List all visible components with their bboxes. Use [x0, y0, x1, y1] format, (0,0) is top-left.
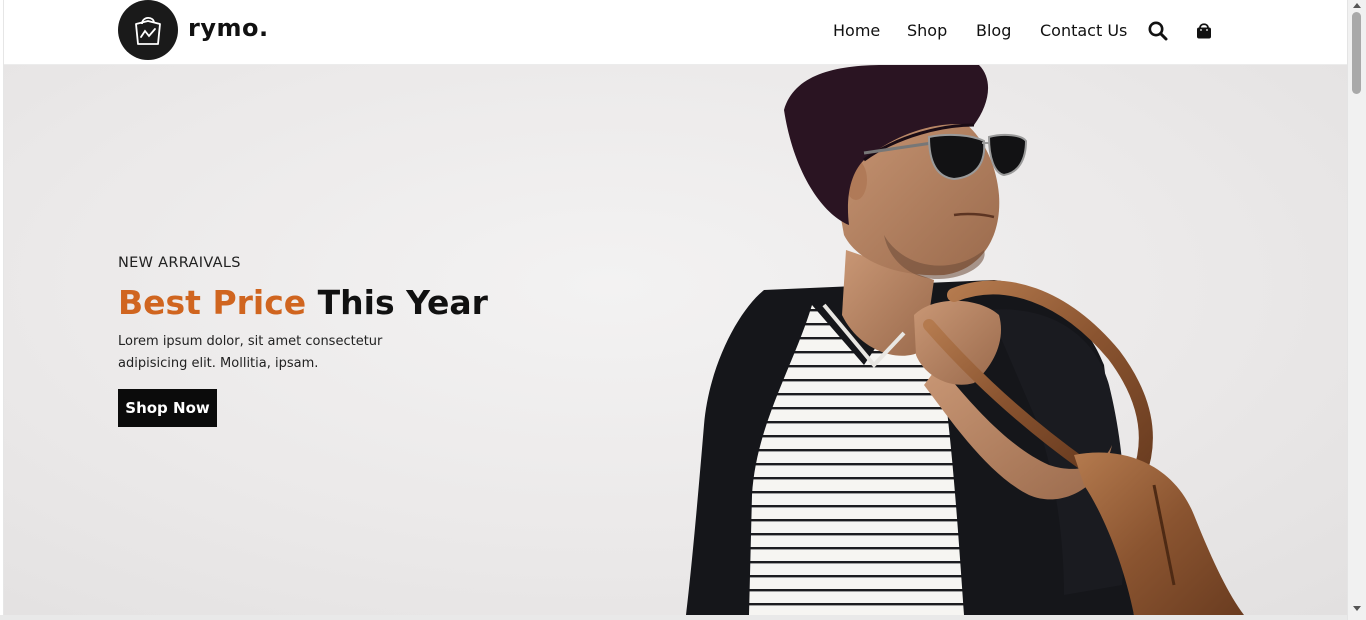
- hero-description: Lorem ipsum dolor, sit amet consectetur …: [118, 334, 383, 371]
- hero-banner: NEW ARRAIVALS Best Price This Year Lorem…: [4, 65, 1347, 615]
- nav-home[interactable]: Home: [833, 21, 880, 40]
- shopping-bag-icon[interactable]: [1193, 20, 1215, 42]
- page-bottom-edge: [0, 615, 1347, 620]
- search-icon[interactable]: [1147, 20, 1169, 42]
- brand-name[interactable]: rymo.: [188, 14, 269, 42]
- scroll-up-arrow-icon[interactable]: [1353, 3, 1361, 8]
- hero-title-accent: Best Price: [118, 283, 307, 322]
- shopping-bag-logo-icon: [135, 16, 161, 45]
- site-header: rymo. Home Shop Blog Contact Us: [4, 0, 1347, 65]
- scroll-down-arrow-icon[interactable]: [1353, 606, 1361, 611]
- hero-title-rest: This Year: [317, 283, 488, 322]
- hero-eyebrow: NEW ARRAIVALS: [118, 255, 241, 271]
- vertical-scrollbar[interactable]: [1347, 0, 1366, 620]
- logo[interactable]: [118, 0, 178, 60]
- scrollbar-thumb[interactable]: [1352, 12, 1361, 94]
- hero-title: Best Price This Year: [118, 283, 488, 322]
- nav-shop[interactable]: Shop: [907, 21, 947, 40]
- shop-now-button[interactable]: Shop Now: [118, 389, 217, 427]
- page: rymo. Home Shop Blog Contact Us NEW ARRA…: [0, 0, 1366, 620]
- nav-contact-us[interactable]: Contact Us: [1040, 21, 1127, 40]
- nav-blog[interactable]: Blog: [976, 21, 1011, 40]
